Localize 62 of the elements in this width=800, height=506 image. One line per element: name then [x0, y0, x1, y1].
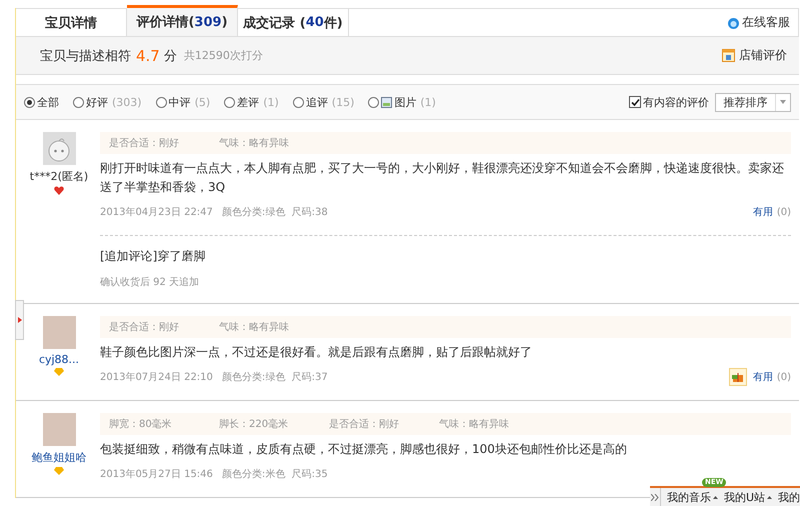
heart-icon — [54, 186, 64, 195]
followup-note: 确认收货后 92 天追加 — [100, 276, 200, 289]
attribute-text: 是否合适：刚好 — [109, 320, 180, 334]
useful-link[interactable]: 有用 — [752, 370, 773, 384]
attribute-text: 气味：略有异味 — [219, 320, 290, 334]
filter-radio[interactable]: 全部 — [24, 94, 59, 110]
followup-text: [追加评论]穿了磨脚 — [100, 248, 206, 265]
expand-button[interactable] — [650, 488, 661, 506]
chat-icon — [727, 16, 740, 28]
toolbar-menu[interactable]: 我的 — [778, 490, 800, 504]
attribute-text: 是否合适：刚好 — [329, 418, 400, 431]
filter-radio[interactable]: 图片 (1) — [368, 94, 436, 110]
product-spec: 颜色分类:绿色 尺码:37 — [222, 370, 328, 384]
useful-count: (0) — [776, 372, 791, 382]
review-date: 2013年07月24日 22:10 — [100, 371, 213, 384]
collapse-handle[interactable] — [15, 300, 24, 340]
attribute-text: 是否合适：刚好 — [109, 136, 180, 150]
review-date: 2013年04月23日 22:47 — [100, 206, 213, 219]
attribute-text: 气味：略有异味 — [219, 136, 290, 150]
toolbar-menu[interactable]: 我的U站 — [724, 490, 772, 504]
attribute-text: 脚宽：80毫米 — [109, 418, 173, 431]
diamond-icon — [54, 467, 64, 475]
diamond-icon — [54, 368, 64, 376]
shop-icon — [722, 49, 735, 62]
reviewer-name: t***2(匿名) — [30, 169, 88, 184]
arrow-right-icon — [18, 317, 22, 323]
online-service-link[interactable]: 在线客服 — [727, 9, 798, 36]
review-text: 刚打开时味道有一点点大，本人脚有点肥，买了大一号的，大小刚好，鞋很漂亮还没穿不知道会不会磨脚，快递速度很快。卖家还送了半掌垫和香袋，3Q — [100, 160, 785, 196]
rating-count: 共12590次打分 — [184, 48, 263, 63]
score-unit: 分 — [164, 48, 177, 64]
avatar-photo-placeholder — [42, 413, 76, 446]
review-text: 包装挺细致，稍微有点味道，皮质有点硬，不过挺漂亮，脚感也很好，100块还包邮性价比还是高的 — [100, 441, 628, 458]
filter-radio[interactable]: 好评 (303) — [73, 94, 142, 110]
useful-link[interactable]: 有用 — [752, 205, 773, 219]
filter-radio[interactable]: 追评 (15) — [292, 94, 354, 110]
useful-count: (0) — [776, 206, 791, 218]
content-only-checkbox[interactable]: 有内容的评价 — [629, 94, 709, 110]
reviewer-name[interactable]: cyj88... — [38, 353, 80, 366]
avatar-silhouette — [42, 132, 76, 165]
caret-icon — [712, 496, 718, 498]
caret-icon — [767, 496, 772, 498]
score-label: 宝贝与描述相符 — [40, 48, 131, 64]
score-value: 4.7 — [136, 46, 160, 64]
tab[interactable]: 评价详情(309) — [127, 5, 238, 36]
review-date: 2013年05月27日 15:46 — [100, 468, 213, 481]
dropdown-caret-icon — [780, 100, 786, 104]
review-text: 鞋子颜色比图片深一点，不过还是很好看。就是后跟有点磨脚，贴了后跟帖就好了 — [100, 344, 533, 361]
product-spec: 颜色分类:绿色 尺码:38 — [222, 206, 328, 219]
attribute-text: 气味：略有异味 — [439, 418, 510, 431]
sort-dropdown[interactable]: 推荐排序 — [715, 92, 791, 112]
picture-icon — [381, 96, 392, 108]
filter-radio[interactable]: 中评 (5) — [156, 94, 210, 110]
checkmark-icon — [630, 98, 640, 106]
avatar-photo-placeholder — [42, 316, 76, 349]
double-chevron-icon — [650, 494, 659, 500]
toolbar-menu[interactable]: 我的音乐 — [666, 490, 718, 504]
attribute-text: 脚长：220毫米 — [219, 418, 290, 431]
product-spec: 颜色分类:米色 尺码:35 — [222, 468, 328, 481]
reviewer-name[interactable]: 鲍鱼姐姐哈 — [32, 450, 86, 465]
filter-radio[interactable]: 差评 (1) — [224, 94, 279, 110]
shop-rating-link[interactable]: 店铺评价 — [722, 47, 787, 64]
gift-icon[interactable] — [728, 368, 747, 386]
